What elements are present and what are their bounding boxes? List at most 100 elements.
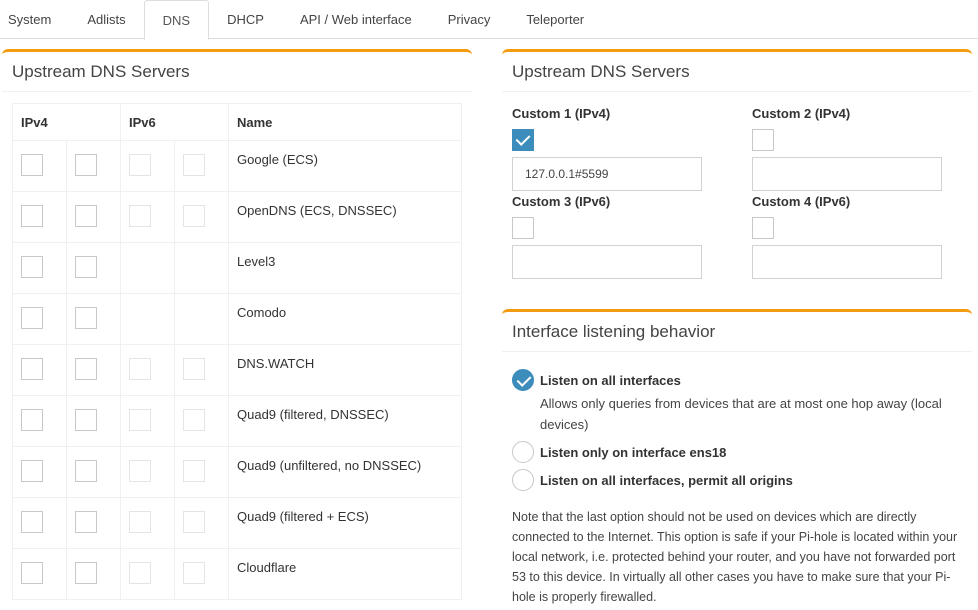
custom3-input[interactable] [512, 245, 702, 279]
checkbox-cell [66, 344, 121, 396]
ipv6-secondary-checkbox[interactable] [183, 358, 205, 380]
server-name: OpenDNS (ECS, DNSSEC) [228, 191, 462, 243]
checkbox-cell [120, 497, 175, 549]
name-header: Name [228, 103, 462, 141]
ipv6-secondary-checkbox[interactable] [183, 460, 205, 482]
checkbox-cell [66, 293, 121, 345]
server-name: Cloudflare [228, 548, 462, 600]
ipv4-primary-checkbox[interactable] [21, 307, 43, 329]
tab-dns[interactable]: DNS [143, 0, 210, 40]
ipv6-primary-checkbox[interactable] [129, 460, 151, 482]
server-name: DNS.WATCH [228, 344, 462, 396]
ipv6-primary-checkbox[interactable] [129, 154, 151, 176]
ipv4-primary-checkbox[interactable] [21, 562, 43, 584]
ipv6-secondary-checkbox[interactable] [183, 511, 205, 533]
checkbox-cell [120, 191, 175, 243]
checkbox-cell [120, 140, 175, 192]
custom4-input[interactable] [752, 245, 942, 279]
server-name: Google (ECS) [228, 140, 462, 192]
ipv4-header: IPv4 [12, 103, 121, 141]
upstream-dns-row: Google (ECS) [12, 140, 462, 192]
checkbox-cell [174, 140, 229, 192]
checkbox-cell [12, 395, 67, 447]
tab-system[interactable]: System [0, 0, 69, 39]
checkbox-cell [66, 191, 121, 243]
checkbox-cell [12, 140, 67, 192]
upstream-dns-row: Comodo [12, 293, 462, 345]
upstream-dns-row: OpenDNS (ECS, DNSSEC) [12, 191, 462, 243]
checkbox-cell [174, 395, 229, 447]
ipv6-primary-checkbox[interactable] [129, 205, 151, 227]
checkbox-cell [12, 242, 67, 294]
ipv6-secondary-checkbox[interactable] [183, 409, 205, 431]
checkbox-cell [120, 446, 175, 498]
ipv4-primary-checkbox[interactable] [21, 511, 43, 533]
ipv4-secondary-checkbox[interactable] [75, 511, 97, 533]
checkbox-cell [174, 446, 229, 498]
checkbox-cell [12, 191, 67, 243]
tab-privacy[interactable]: Privacy [430, 0, 509, 39]
interface-header: Interface listening behavior [502, 312, 972, 352]
listen-all-label[interactable]: Listen on all interfaces [540, 373, 681, 388]
ipv6-primary-checkbox[interactable] [129, 511, 151, 533]
tab-teleporter[interactable]: Teleporter [508, 0, 602, 39]
tab-adlists[interactable]: Adlists [69, 0, 143, 39]
checkbox-cell [66, 242, 121, 294]
custom1-input[interactable] [512, 157, 702, 191]
tab-dhcp[interactable]: DHCP [209, 0, 282, 39]
ipv6-header: IPv6 [120, 103, 229, 141]
listen-all-origins-label[interactable]: Listen on all interfaces, permit all ori… [540, 473, 793, 488]
ipv4-primary-checkbox[interactable] [21, 256, 43, 278]
custom2-label: Custom 2 (IPv4) [752, 106, 851, 121]
ipv4-secondary-checkbox[interactable] [75, 409, 97, 431]
ipv6-secondary-checkbox[interactable] [183, 562, 205, 584]
upstream-dns-table: IPv4 IPv6 Name Google (ECS) OpenDNS (ECS,… [12, 103, 462, 600]
tab-api-web-interface[interactable]: API / Web interface [282, 0, 430, 39]
listen-all-origins-radio[interactable] [512, 469, 534, 491]
ipv4-primary-checkbox[interactable] [21, 154, 43, 176]
custom2-input[interactable] [752, 157, 942, 191]
interface-title: Interface listening behavior [512, 321, 716, 341]
checkbox-cell [120, 344, 175, 396]
ipv4-secondary-checkbox[interactable] [75, 358, 97, 380]
checkbox-cell [174, 497, 229, 549]
settings-tabs: System Adlists DNS DHCP API / Web interf… [0, 0, 978, 40]
ipv6-primary-checkbox[interactable] [129, 358, 151, 380]
upstream-dns-title: Upstream DNS Servers [12, 61, 190, 81]
ipv4-secondary-checkbox[interactable] [75, 562, 97, 584]
ipv6-primary-checkbox[interactable] [129, 562, 151, 584]
listen-all-radio[interactable] [512, 369, 534, 391]
server-name: Quad9 (filtered, DNSSEC) [228, 395, 462, 447]
checkbox-cell [174, 548, 229, 600]
checkbox-cell [174, 293, 229, 345]
upstream-dns-row: Quad9 (unfiltered, no DNSSEC) [12, 446, 462, 498]
listen-single-radio[interactable] [512, 441, 534, 463]
ipv6-secondary-checkbox[interactable] [183, 154, 205, 176]
checkbox-cell [174, 242, 229, 294]
custom2-checkbox[interactable] [752, 129, 774, 151]
ipv6-secondary-checkbox[interactable] [183, 205, 205, 227]
listen-single-label[interactable]: Listen only on interface ens18 [540, 445, 726, 460]
upstream-dns-row: Cloudflare [12, 548, 462, 600]
custom1-checkbox[interactable] [512, 129, 534, 151]
checkbox-cell [120, 548, 175, 600]
custom4-checkbox[interactable] [752, 217, 774, 239]
ipv4-primary-checkbox[interactable] [21, 358, 43, 380]
ipv4-primary-checkbox[interactable] [21, 460, 43, 482]
custom-dns-header: Upstream DNS Servers [502, 52, 972, 92]
ipv4-secondary-checkbox[interactable] [75, 460, 97, 482]
checkbox-cell [174, 191, 229, 243]
ipv4-primary-checkbox[interactable] [21, 205, 43, 227]
ipv4-secondary-checkbox[interactable] [75, 307, 97, 329]
server-name: Quad9 (unfiltered, no DNSSEC) [228, 446, 462, 498]
ipv4-secondary-checkbox[interactable] [75, 205, 97, 227]
custom3-checkbox[interactable] [512, 217, 534, 239]
upstream-dns-row: Quad9 (filtered, DNSSEC) [12, 395, 462, 447]
ipv6-primary-checkbox[interactable] [129, 409, 151, 431]
checkbox-cell [120, 395, 175, 447]
ipv4-secondary-checkbox[interactable] [75, 154, 97, 176]
upstream-dns-header: Upstream DNS Servers [2, 52, 472, 92]
ipv4-primary-checkbox[interactable] [21, 409, 43, 431]
ipv4-secondary-checkbox[interactable] [75, 256, 97, 278]
custom-dns-title: Upstream DNS Servers [512, 61, 690, 81]
